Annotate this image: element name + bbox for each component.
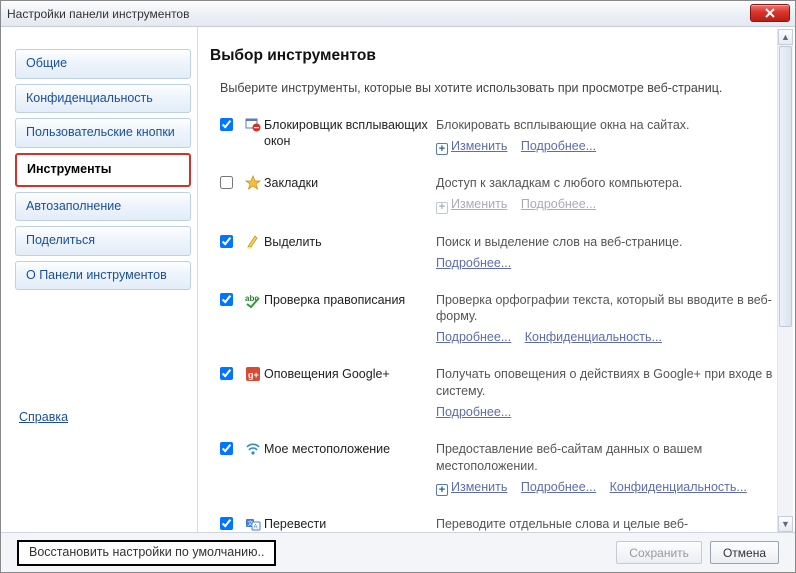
tool-row: 文A Перевести Переводите отдельные слова … [210,510,773,534]
tool-checkbox-popup-blocker[interactable] [220,118,233,131]
svg-text:g+: g+ [248,370,259,380]
tool-checkbox-spellcheck[interactable] [220,293,233,306]
tool-checkbox-gplus[interactable] [220,367,233,380]
save-button[interactable]: Сохранить [616,541,702,564]
tool-name: Мое местоположение [264,441,436,496]
sidebar-item-about[interactable]: О Панели инструментов [15,261,191,291]
scroll-track[interactable] [778,46,793,515]
scrollbar[interactable]: ▲ ▼ [777,29,793,532]
cancel-button[interactable]: Отмена [710,541,779,564]
sidebar-item-label: Инструменты [27,162,111,176]
sidebar-item-privacy[interactable]: Конфиденциальность [15,84,191,114]
more-link[interactable]: Подробнее... [521,139,596,153]
window-title: Настройки панели инструментов [7,7,189,21]
more-link[interactable]: Подробнее... [521,480,596,494]
more-link[interactable]: Подробнее... [436,405,511,419]
tool-checkbox-location[interactable] [220,442,233,455]
tool-name: Перевести [264,516,436,533]
wifi-icon [242,441,264,496]
highlighter-icon [242,234,264,272]
plus-icon: + [436,143,448,155]
sidebar-item-label: Пользовательские кнопки [26,125,175,139]
tool-desc: Блокировать всплывающие окна на сайтах. [436,117,773,134]
tool-desc: Поиск и выделение слов на веб-странице. [436,234,773,251]
tool-row: abc Проверка правописания Проверка орфог… [210,286,773,361]
sidebar-item-tools[interactable]: Инструменты [15,153,191,187]
sidebar-item-autofill[interactable]: Автозаполнение [15,192,191,222]
tool-row: Блокировщик всплывающих окон Блокировать… [210,111,773,169]
sidebar: Общие Конфиденциальность Пользовательски… [1,27,197,534]
plus-icon: + [436,484,448,496]
tool-name: Оповещения Google+ [264,366,436,421]
google-plus-icon: g+ [242,366,264,421]
spellcheck-icon: abc [242,292,264,347]
tool-checkbox-highlight[interactable] [220,235,233,248]
tool-checkbox-translate[interactable] [220,517,233,530]
more-link: Подробнее... [521,197,596,211]
sidebar-item-share[interactable]: Поделиться [15,226,191,256]
sidebar-item-label: Конфиденциальность [26,91,153,105]
scroll-up-button[interactable]: ▲ [778,29,793,45]
sidebar-item-general[interactable]: Общие [15,49,191,79]
edit-link[interactable]: Изменить [451,139,507,153]
tool-row: Мое местоположение Предоставление веб-са… [210,435,773,510]
more-link[interactable]: Подробнее... [436,256,511,270]
tool-desc: Доступ к закладкам с любого компьютера. [436,175,773,192]
svg-text:A: A [254,525,258,531]
tool-row: Закладки Доступ к закладкам с любого ком… [210,169,773,227]
tool-row: g+ Оповещения Google+ Получать оповещени… [210,360,773,435]
popup-blocker-icon [242,117,264,155]
translate-icon: 文A [242,516,264,533]
edit-link[interactable]: Изменить [451,480,507,494]
main-panel: Выбор инструментов Выберите инструменты,… [198,27,795,534]
footer: Восстановить настройки по умолчанию.. Со… [1,532,795,572]
close-button[interactable] [750,4,790,22]
page-title: Выбор инструментов [210,47,773,65]
button-label: Сохранить [629,546,689,560]
sidebar-item-custom-buttons[interactable]: Пользовательские кнопки [15,118,191,148]
tool-checkbox-bookmarks[interactable] [220,176,233,189]
tool-desc: Получать оповещения о действиях в Google… [436,366,773,400]
button-label: Отмена [723,546,766,560]
svg-text:abc: abc [245,294,259,303]
star-icon [242,175,264,213]
tool-desc: Предоставление веб-сайтам данных о вашем… [436,441,773,475]
sidebar-item-label: О Панели инструментов [26,268,167,282]
privacy-link[interactable]: Конфиденциальность... [525,330,662,344]
titlebar: Настройки панели инструментов [1,1,795,27]
scroll-thumb[interactable] [779,46,792,327]
sidebar-item-label: Поделиться [26,233,95,247]
close-icon [764,8,776,18]
page-subtitle: Выберите инструменты, которые вы хотите … [220,81,773,95]
help-link[interactable]: Справка [15,404,191,524]
sidebar-item-label: Общие [26,56,67,70]
sidebar-item-label: Автозаполнение [26,199,121,213]
plus-icon: + [436,202,448,214]
tool-row: Выделить Поиск и выделение слов на веб-с… [210,228,773,286]
scroll-down-button[interactable]: ▼ [778,516,793,532]
privacy-link[interactable]: Конфиденциальность... [610,480,747,494]
tool-name: Закладки [264,175,436,213]
edit-link: Изменить [451,197,507,211]
tool-desc: Переводите отдельные слова и целые веб- [436,516,773,533]
tool-desc: Проверка орфографии текста, который вы в… [436,292,773,326]
tool-name: Выделить [264,234,436,272]
restore-defaults-button[interactable]: Восстановить настройки по умолчанию.. [17,540,276,566]
button-label: Восстановить настройки по умолчанию.. [29,545,264,559]
tool-name: Блокировщик всплывающих окон [264,117,436,155]
tool-name: Проверка правописания [264,292,436,347]
more-link[interactable]: Подробнее... [436,330,511,344]
svg-text:文: 文 [247,520,253,528]
